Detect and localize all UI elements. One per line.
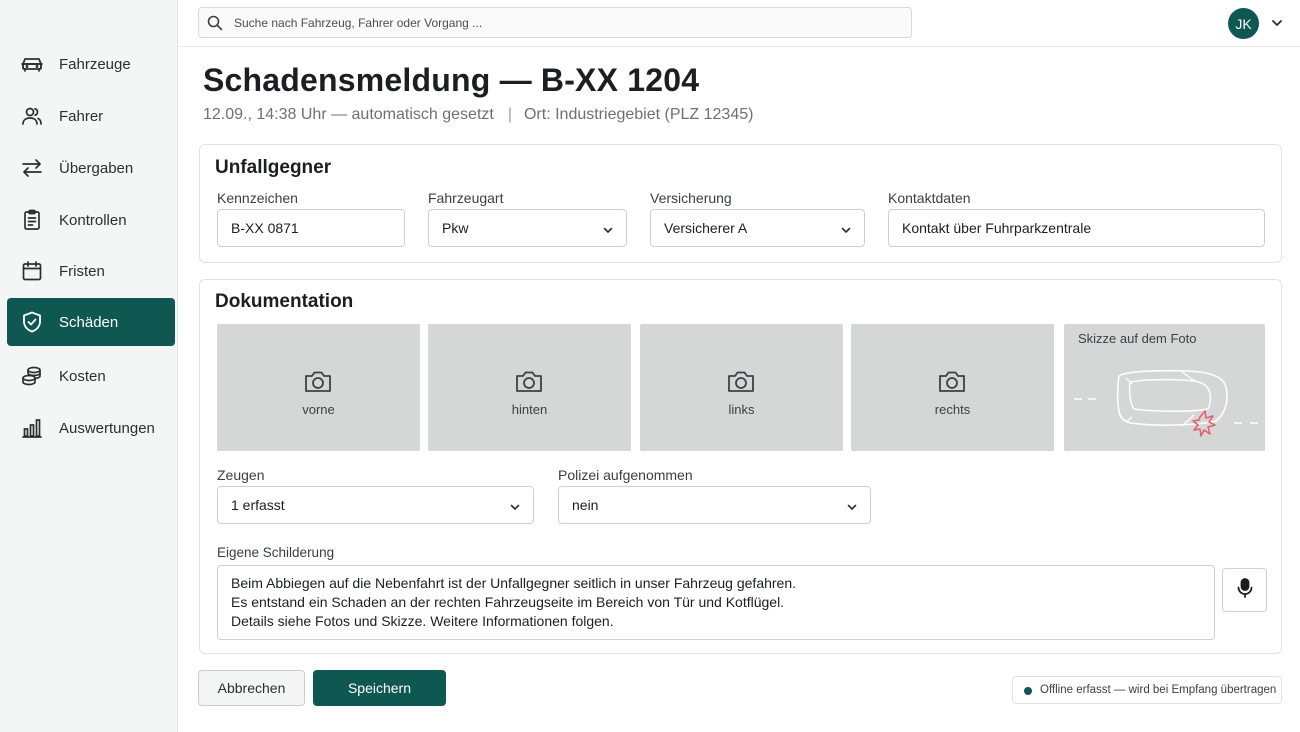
plate-label: Kennzeichen — [217, 190, 298, 206]
topbar: Suche nach Fahrzeug, Fahrer oder Vorgang… — [178, 0, 1300, 47]
police-value: nein — [572, 497, 599, 513]
car-sketch-icon — [1064, 324, 1265, 456]
sidebar-item-auswertungen[interactable]: Auswertungen — [7, 404, 175, 452]
sidebar-item-fristen[interactable]: Fristen — [7, 247, 175, 295]
contact-value: Kontakt über Fuhrparkzentrale — [902, 220, 1092, 236]
statement-line: Beim Abbiegen auf die Nebenfahrt ist der… — [231, 575, 797, 591]
swap-arrows-icon — [20, 156, 44, 180]
photo-slot-vorne[interactable]: vorne — [217, 324, 420, 451]
offline-status-text: Offline erfasst — wird bei Empfang übert… — [1040, 684, 1277, 696]
sidebar-item-uebergaben[interactable]: Übergaben — [7, 144, 175, 192]
sidebar-item-label: Kontrollen — [59, 211, 127, 229]
police-select[interactable]: nein — [558, 486, 871, 524]
sidebar-item-label: Fahrer — [59, 107, 104, 125]
coins-icon — [20, 364, 44, 388]
documentation-card: Dokumentation vorne hinten links rechts … — [199, 279, 1282, 654]
microphone-icon — [1235, 577, 1255, 604]
report-timestamp: 12.09., 14:38 Uhr — automatisch gesetzt — [203, 106, 494, 123]
calendar-icon — [20, 259, 44, 283]
shield-icon — [20, 310, 44, 334]
chevron-down-icon — [846, 500, 858, 512]
camera-icon — [726, 368, 756, 396]
vehicle-type-value: Pkw — [442, 220, 469, 236]
sidebar-item-kontrollen[interactable]: Kontrollen — [7, 196, 175, 244]
insurance-select[interactable]: Versicherer A — [650, 209, 865, 247]
sidebar-item-fahrer[interactable]: Fahrer — [7, 92, 175, 140]
contact-input[interactable]: Kontakt über Fuhrparkzentrale — [888, 209, 1265, 247]
subtitle-separator: | — [507, 106, 512, 123]
avatar[interactable]: JK — [1228, 8, 1259, 39]
witnesses-select[interactable]: 1 erfasst — [217, 486, 534, 524]
documentation-card-title: Dokumentation — [215, 291, 354, 312]
witnesses-label: Zeugen — [217, 467, 265, 483]
statement-line: Details siehe Fotos und Skizze. Weitere … — [231, 613, 614, 629]
sidebar-item-label: Kosten — [59, 367, 106, 385]
photo-caption: hinten — [511, 402, 548, 417]
photo-slot-links[interactable]: links — [640, 324, 843, 451]
opponent-card-title: Unfallgegner — [215, 157, 332, 178]
page-subtitle: 12.09., 14:38 Uhr — automatisch gesetzt |… — [203, 106, 753, 124]
insurance-value: Versicherer A — [664, 220, 748, 236]
photo-slot-hinten[interactable]: hinten — [428, 324, 631, 451]
sidebar-item-label: Fahrzeuge — [59, 55, 131, 73]
car-icon — [20, 52, 44, 76]
police-label: Polizei aufgenommen — [558, 467, 693, 483]
camera-icon — [937, 368, 967, 396]
photo-slot-rechts[interactable]: rechts — [851, 324, 1054, 451]
sidebar-item-label: Schäden — [59, 313, 119, 331]
insurance-label: Versicherung — [650, 190, 732, 206]
chevron-down-icon[interactable] — [1270, 16, 1284, 30]
page-title: Schadensmeldung — B-XX 1204 — [203, 62, 700, 98]
contact-label: Kontaktdaten — [888, 190, 971, 206]
chevron-down-icon — [509, 500, 521, 512]
opponent-card: Unfallgegner Kennzeichen B-XX 0871 Fahrz… — [199, 144, 1282, 263]
photo-caption: vorne — [302, 402, 335, 417]
camera-icon — [303, 368, 333, 396]
cancel-button[interactable]: Abbrechen — [198, 670, 305, 706]
vehicle-type-label: Fahrzeugart — [428, 190, 504, 206]
sidebar-item-fahrzeuge[interactable]: Fahrzeuge — [7, 40, 175, 88]
search-input[interactable]: Suche nach Fahrzeug, Fahrer oder Vorgang… — [198, 7, 912, 38]
bar-chart-icon — [20, 416, 44, 440]
sidebar-item-label: Fristen — [59, 262, 105, 280]
sidebar-item-schaeden[interactable]: Schäden — [7, 298, 175, 346]
search-placeholder: Suche nach Fahrzeug, Fahrer oder Vorgang… — [234, 16, 483, 30]
status-dot-icon — [1024, 687, 1032, 695]
sketch-photo[interactable]: Skizze auf dem Foto — [1064, 324, 1265, 451]
photo-caption: links — [728, 402, 755, 417]
search-icon — [206, 14, 224, 32]
photo-caption: rechts — [934, 402, 971, 417]
report-location: Ort: Industriegebiet (PLZ 12345) — [523, 106, 754, 123]
save-button[interactable]: Speichern — [313, 670, 446, 706]
offline-status-badge: Offline erfasst — wird bei Empfang übert… — [1012, 676, 1282, 704]
clipboard-icon — [20, 208, 44, 232]
statement-textarea[interactable]: Beim Abbiegen auf die Nebenfahrt ist der… — [217, 565, 1215, 640]
statement-line: Es entstand ein Schaden an der rechten F… — [231, 594, 785, 610]
chevron-down-icon — [602, 223, 614, 235]
sidebar-item-kosten[interactable]: Kosten — [7, 352, 175, 400]
witnesses-value: 1 erfasst — [231, 497, 285, 513]
dictate-button[interactable] — [1222, 568, 1267, 612]
vehicle-type-select[interactable]: Pkw — [428, 209, 627, 247]
sidebar-item-label: Übergaben — [59, 159, 134, 177]
sidebar: Fahrzeuge Fahrer Übergaben Kontrollen Fr… — [0, 0, 178, 732]
plate-input[interactable]: B-XX 0871 — [217, 209, 405, 247]
chevron-down-icon — [840, 223, 852, 235]
camera-icon — [514, 368, 544, 396]
sidebar-item-label: Auswertungen — [59, 419, 155, 437]
plate-value: B-XX 0871 — [231, 220, 299, 236]
users-icon — [20, 104, 44, 128]
statement-label: Eigene Schilderung — [217, 545, 335, 560]
